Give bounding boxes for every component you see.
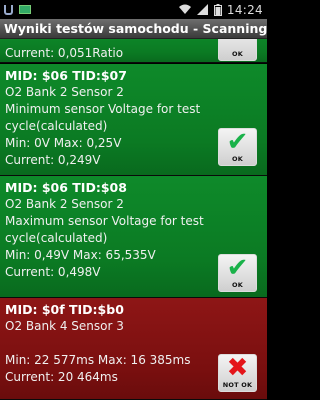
list-item[interactable]: MID: $0f TID:$b0 O2 Bank 4 Sensor 3 Min:…: [0, 298, 267, 400]
mid-tid: MID: $06 TID:$08: [5, 180, 127, 195]
ok-badge: ✔ OK: [218, 254, 257, 292]
ok-badge: ✔ OK: [218, 128, 257, 166]
signal-icon: [196, 4, 208, 15]
test-description: Maximum sensor Voltage for test: [5, 214, 204, 228]
check-icon: ✔: [226, 127, 249, 157]
list-item[interactable]: MID: $06 TID:$07 O2 Bank 2 Sensor 2 Mini…: [0, 64, 267, 176]
status-bar: 14:24: [0, 0, 267, 19]
test-description-cont: cycle(calculated): [5, 231, 108, 245]
test-results-list[interactable]: Current: 0,051Ratio ✔ OK MID: $06 TID:$0…: [0, 39, 267, 400]
battery-icon: [213, 3, 222, 16]
clock: 14:24: [226, 2, 263, 17]
wifi-icon: [178, 4, 191, 14]
sensor-name: O2 Bank 4 Sensor 3: [5, 319, 124, 333]
not-ok-badge: ✖ NOT OK: [218, 354, 257, 392]
test-description: Minimum sensor Voltage for test: [5, 102, 201, 116]
list-item-partial[interactable]: Current: 0,051Ratio ✔ OK: [0, 39, 267, 63]
check-icon: ✔: [226, 253, 249, 283]
sensor-name: O2 Bank 2 Sensor 2: [5, 85, 124, 99]
test-description: [5, 335, 267, 352]
gallery-icon: [19, 5, 31, 14]
close-icon: ✖: [226, 353, 249, 383]
ok-badge: ✔ OK: [218, 39, 257, 61]
usb-icon: [4, 4, 13, 15]
window-title: Wyniki testów samochodu - Scanning(%...: [0, 19, 267, 39]
sensor-name: O2 Bank 2 Sensor 2: [5, 197, 124, 211]
mid-tid: MID: $06 TID:$07: [5, 68, 127, 83]
list-item[interactable]: MID: $06 TID:$08 O2 Bank 2 Sensor 2 Maxi…: [0, 176, 267, 298]
mid-tid: MID: $0f TID:$b0: [5, 302, 124, 317]
